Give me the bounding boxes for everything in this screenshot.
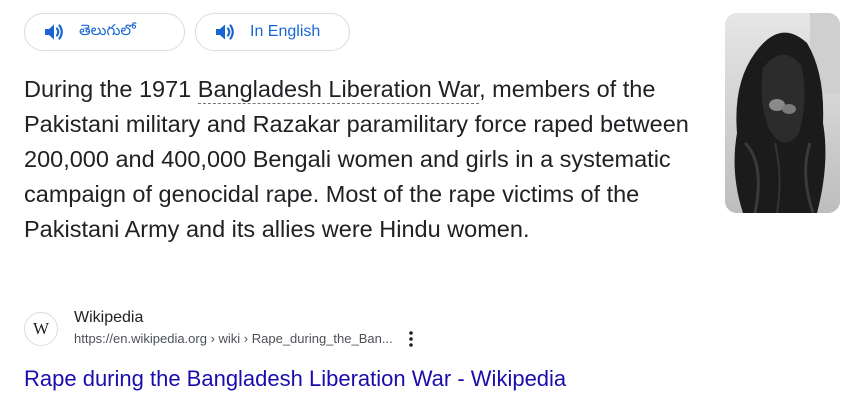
result-title-link[interactable]: Rape during the Bangladesh Liberation Wa… bbox=[24, 365, 566, 393]
wikipedia-favicon[interactable]: W bbox=[24, 312, 58, 346]
url-row: https://en.wikipedia.org › wiki › Rape_d… bbox=[74, 330, 419, 348]
speaker-icon bbox=[214, 22, 236, 42]
site-name[interactable]: Wikipedia bbox=[74, 308, 419, 328]
telugu-chip[interactable]: తెలుగులో bbox=[24, 13, 185, 51]
featured-snippet-text: During the 1971 Bangladesh Liberation Wa… bbox=[24, 72, 714, 247]
photo-thumbnail[interactable] bbox=[725, 13, 840, 213]
entity-link-bangladesh-liberation-war[interactable]: Bangladesh Liberation War bbox=[197, 76, 480, 104]
english-chip-label: In English bbox=[250, 23, 321, 40]
source-attribution: W Wikipedia https://en.wikipedia.org › w… bbox=[24, 308, 419, 348]
language-chips: తెలుగులో In English bbox=[24, 13, 350, 51]
speaker-icon bbox=[43, 22, 65, 42]
telugu-chip-label: తెలుగులో bbox=[79, 21, 136, 39]
source-text: Wikipedia https://en.wikipedia.org › wik… bbox=[74, 308, 419, 348]
more-vert-icon[interactable] bbox=[403, 330, 419, 348]
snippet-text-before: During the 1971 bbox=[24, 76, 198, 102]
english-chip[interactable]: In English bbox=[195, 13, 350, 51]
site-url[interactable]: https://en.wikipedia.org › wiki › Rape_d… bbox=[74, 330, 393, 348]
